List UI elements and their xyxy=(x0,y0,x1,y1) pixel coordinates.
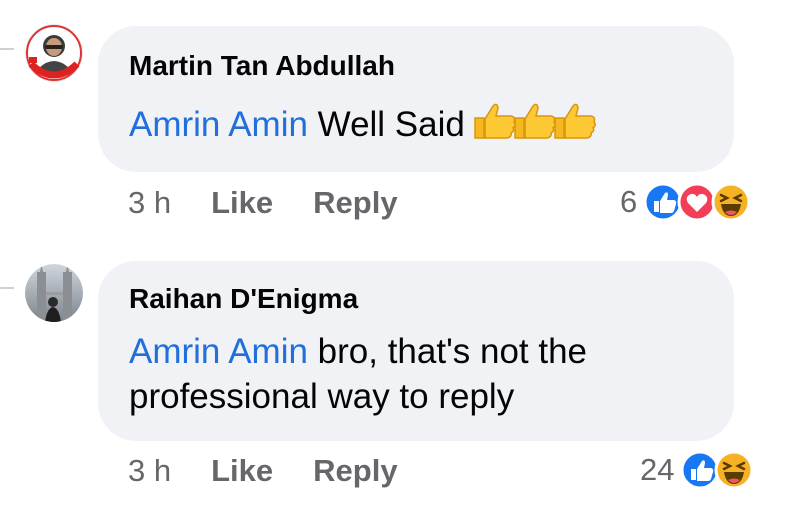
thumbs-up-icon xyxy=(554,103,596,139)
comment-actions: 3 h Like Reply xyxy=(128,453,438,489)
haha-reaction-icon xyxy=(714,450,754,490)
comment-timestamp[interactable]: 3 h xyxy=(128,185,171,221)
comment: Martin Tan Abdullah Amrin Amin Well Said… xyxy=(0,0,800,250)
like-button[interactable]: Like xyxy=(211,185,273,221)
comment-timestamp[interactable]: 3 h xyxy=(128,453,171,489)
reply-button[interactable]: Reply xyxy=(313,453,397,489)
thread-line xyxy=(0,48,14,50)
haha-reaction-icon xyxy=(711,182,751,222)
avatar-image xyxy=(25,264,83,322)
comment-text: Amrin Amin bro, that's not the professio… xyxy=(129,329,719,419)
avatar[interactable] xyxy=(25,264,83,322)
like-button[interactable]: Like xyxy=(211,453,273,489)
comment-body: Well Said xyxy=(307,105,465,144)
comment-author[interactable]: Raihan D'Enigma xyxy=(129,283,358,315)
comment-author[interactable]: Martin Tan Abdullah xyxy=(129,50,395,82)
reaction-summary[interactable]: 6 xyxy=(620,182,751,222)
reply-button[interactable]: Reply xyxy=(313,185,397,221)
reaction-count: 24 xyxy=(640,452,675,487)
comment-text: Amrin Amin Well Said xyxy=(129,100,596,153)
comment-bubble: Martin Tan Abdullah Amrin Amin Well Said xyxy=(98,26,734,172)
mention-link[interactable]: Amrin Amin xyxy=(129,332,308,371)
mention-link[interactable]: Amrin Amin xyxy=(129,105,308,144)
comment: Raihan D'Enigma Amrin Amin bro, that's n… xyxy=(0,250,800,515)
thumbs-up-emojis xyxy=(471,100,596,153)
comment-bubble: Raihan D'Enigma Amrin Amin bro, that's n… xyxy=(98,261,734,441)
avatar[interactable] xyxy=(25,24,83,82)
comment-actions: 3 h Like Reply xyxy=(128,185,438,221)
thread-line xyxy=(0,287,14,289)
reaction-count: 6 xyxy=(620,184,638,219)
avatar-image xyxy=(25,24,83,82)
reaction-summary[interactable]: 24 xyxy=(640,450,754,490)
